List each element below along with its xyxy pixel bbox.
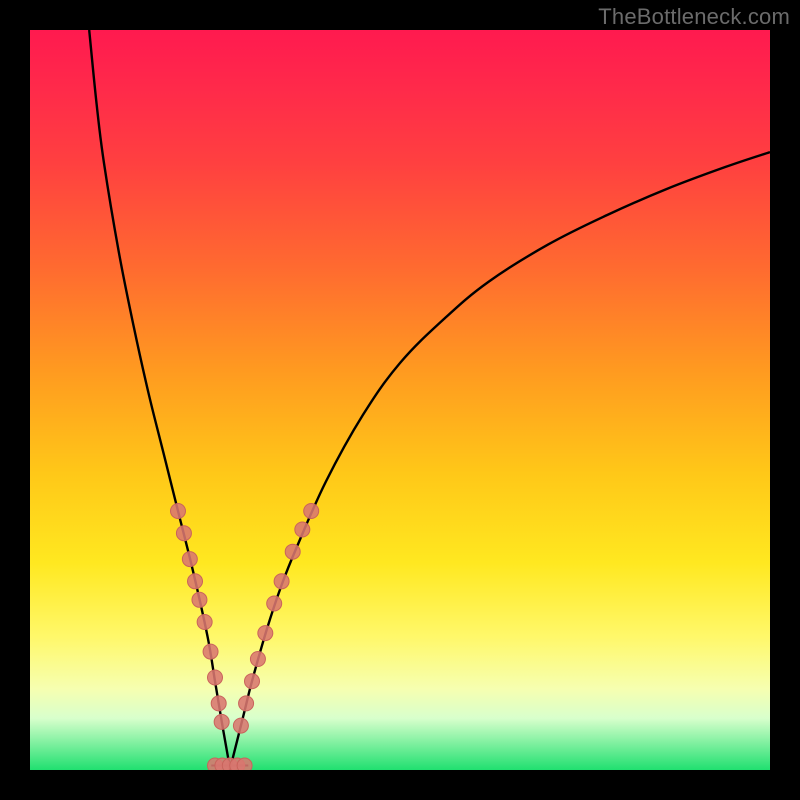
marker-left-7 bbox=[208, 670, 223, 685]
curve-right-branch bbox=[230, 152, 770, 770]
marker-right-7 bbox=[285, 544, 300, 559]
marker-bottom-4 bbox=[237, 758, 252, 770]
marker-left-3 bbox=[188, 574, 203, 589]
plot-area bbox=[30, 30, 770, 770]
marker-left-9 bbox=[214, 714, 229, 729]
marker-left-4 bbox=[192, 592, 207, 607]
marker-left-0 bbox=[171, 504, 186, 519]
marker-right-6 bbox=[274, 574, 289, 589]
marker-right-4 bbox=[258, 626, 273, 641]
marker-left-8 bbox=[211, 696, 226, 711]
marker-left-5 bbox=[197, 615, 212, 630]
marker-right-9 bbox=[304, 504, 319, 519]
outer-frame: TheBottleneck.com bbox=[0, 0, 800, 800]
marker-right-1 bbox=[239, 696, 254, 711]
bottleneck-curve bbox=[30, 30, 770, 770]
marker-right-5 bbox=[267, 596, 282, 611]
marker-right-8 bbox=[295, 522, 310, 537]
marker-left-6 bbox=[203, 644, 218, 659]
marker-left-1 bbox=[176, 526, 191, 541]
marker-right-2 bbox=[245, 674, 260, 689]
marker-right-0 bbox=[233, 718, 248, 733]
marker-left-2 bbox=[182, 552, 197, 567]
watermark-text: TheBottleneck.com bbox=[598, 4, 790, 30]
marker-right-3 bbox=[250, 652, 265, 667]
